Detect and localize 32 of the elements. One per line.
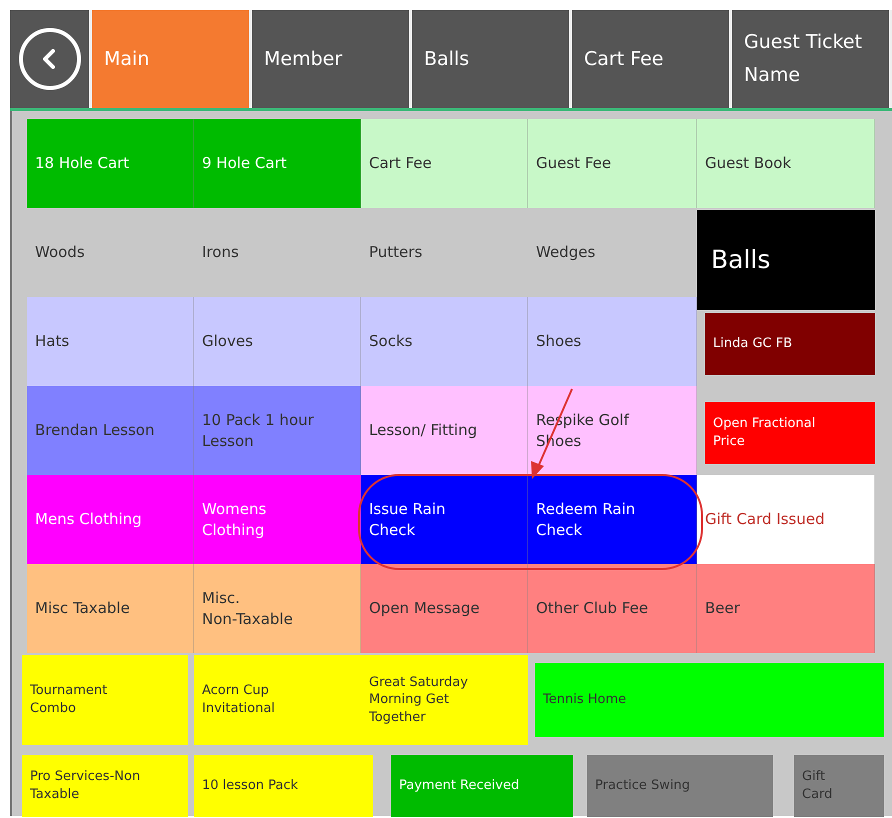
item-tile[interactable]: Irons — [194, 208, 361, 297]
item-tile[interactable]: Balls — [697, 210, 875, 310]
item-tile[interactable]: Tennis Home — [535, 663, 884, 737]
item-tile[interactable]: Linda GC FB — [705, 313, 875, 375]
item-tile[interactable]: Wedges — [528, 208, 697, 297]
item-tile[interactable]: Tournament Combo — [22, 655, 188, 745]
item-tile[interactable]: Open Message — [361, 564, 528, 653]
item-tile[interactable]: Brendan Lesson — [27, 386, 194, 475]
item-tile[interactable]: Misc Taxable — [27, 564, 194, 653]
item-tile[interactable]: Great Saturday Morning Get Together — [361, 655, 528, 745]
item-tile[interactable]: Hats — [27, 297, 194, 386]
item-tile[interactable]: Open Fractional Price — [705, 402, 875, 464]
item-tile[interactable]: Putters — [361, 208, 528, 297]
item-tile[interactable]: 10 lesson Pack — [194, 755, 373, 817]
item-tile[interactable]: Lesson/ Fitting — [361, 386, 528, 475]
item-tile[interactable]: Other Club Fee — [528, 564, 697, 653]
item-tile[interactable]: Shoes — [528, 297, 697, 386]
item-tile[interactable]: Gloves — [194, 297, 361, 386]
item-tile[interactable]: Guest Book — [697, 119, 875, 208]
back-button[interactable] — [18, 28, 80, 90]
item-tile[interactable]: Misc. Non-Taxable — [194, 564, 361, 653]
item-tile[interactable]: Acorn Cup Invitational — [194, 655, 361, 745]
item-tile[interactable]: Gift Card Issued — [697, 475, 875, 564]
item-tile[interactable]: Redeem Rain Check — [528, 475, 697, 564]
item-tile[interactable]: Issue Rain Check — [361, 475, 528, 564]
item-tile[interactable]: 10 Pack 1 hour Lesson — [194, 386, 361, 475]
item-tile[interactable]: Woods — [27, 208, 194, 297]
item-tile[interactable]: Pro Services-Non Taxable — [22, 755, 188, 817]
item-tile[interactable]: Beer — [697, 564, 875, 653]
item-tile[interactable]: Guest Fee — [528, 119, 697, 208]
item-tile[interactable]: Cart Fee — [361, 119, 528, 208]
item-tile[interactable]: Socks — [361, 297, 528, 386]
